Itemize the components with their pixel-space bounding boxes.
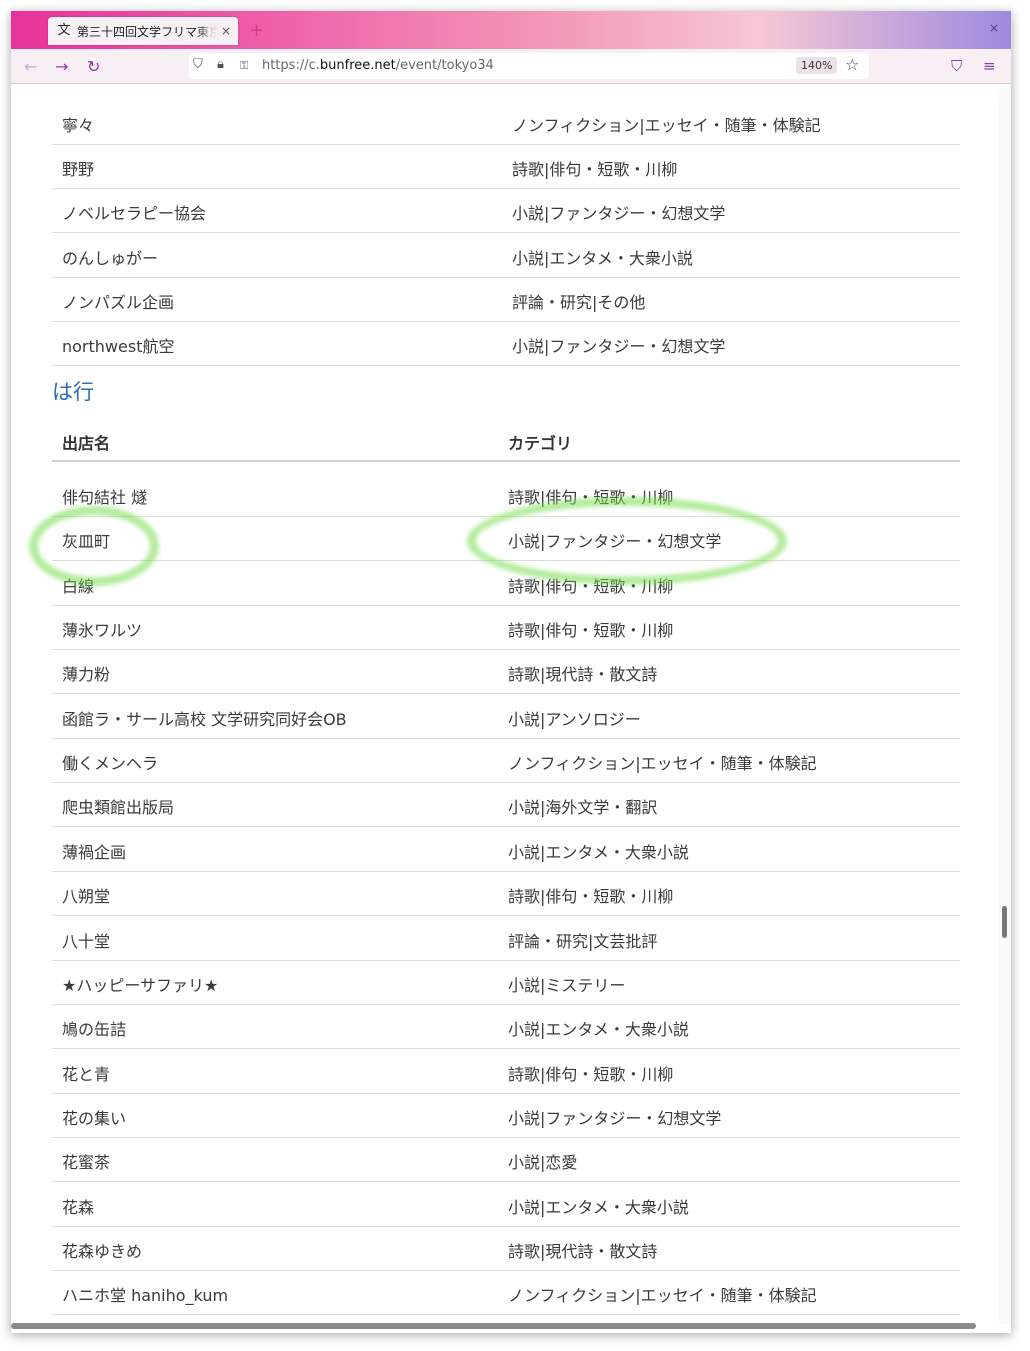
category-text: 小説|ファンタジー・幻想文学 — [508, 1108, 722, 1128]
table-row: 薄力粉 詩歌|現代詩・散文詩 — [52, 649, 960, 695]
shield-icon[interactable]: ⛉ — [193, 57, 203, 72]
permissions-icon[interactable]: ⚿ — [240, 59, 248, 73]
exhibitor-name-link[interactable]: 俳句結社 燧 — [62, 484, 147, 508]
browser-window: 文 第三十四回文学フリマ東京 × + × ← → ↻ ⛉ 🔒︎ ⚿ https:… — [11, 11, 1011, 1333]
exhibitor-name-link[interactable]: ノベルセラピー協会 — [62, 200, 206, 224]
table-row: ハニホ堂 haniho_kum ノンフィクション|エッセイ・随筆・体験記 — [52, 1270, 960, 1316]
table-row: 花森 小説|エンタメ・大衆小説 — [52, 1182, 960, 1227]
exhibitor-name-link[interactable]: 薄力粉 — [62, 661, 110, 685]
table-row: 花の集い 小説|ファンタジー・幻想文学 — [52, 1093, 960, 1138]
category-text: ノンフィクション|エッセイ・随筆・体験記 — [512, 116, 821, 135]
category-text: 小説|エンタメ・大衆小説 — [512, 248, 693, 268]
category-text: 詩歌|俳句・短歌・川柳 — [508, 887, 674, 907]
menu-icon[interactable]: ≡ — [983, 57, 996, 75]
table-row: ★ハッピーサファリ★ 小説|ミステリー — [52, 960, 960, 1005]
category-text: ノンフィクション|エッセイ・随筆・体験記 — [508, 1286, 817, 1306]
category-text: 評論・研究|その他 — [512, 292, 646, 312]
pocket-icon[interactable]: ⛉ — [951, 57, 962, 75]
category-text: 詩歌|現代詩・散文詩 — [508, 665, 658, 685]
exhibitor-name-link[interactable]: のんしゅがー — [62, 245, 158, 269]
table-row: 薄氷ワルツ 詩歌|俳句・短歌・川柳 — [52, 605, 960, 651]
exhibitor-name-link[interactable]: 花蜜茶 — [62, 1149, 110, 1173]
category-text: 評論・研究|文芸批評 — [508, 931, 658, 951]
table-row: 俳句結社 燧詩歌|俳句・短歌・川柳 — [52, 472, 960, 517]
table-row: 花と青 詩歌|俳句・短歌・川柳 — [52, 1049, 960, 1094]
tab-title: 第三十四回文学フリマ東京 — [77, 24, 217, 39]
exhibitor-name-link[interactable]: ハニホ堂 haniho_kum — [62, 1282, 228, 1306]
exhibitor-name-link[interactable]: 八朔堂 — [62, 883, 110, 907]
category-text: 小説|海外文学・翻訳 — [508, 798, 658, 818]
category-text: 小説|ファンタジー・幻想文学 — [512, 337, 726, 356]
new-tab-button[interactable]: + — [249, 20, 264, 41]
exhibitor-name-link[interactable]: 花森ゆきめ — [62, 1238, 142, 1262]
table-row: 寧々 ノンフィクション|エッセイ・随筆・体験記 — [52, 100, 960, 145]
vertical-scrollbar[interactable] — [999, 84, 1011, 1324]
exhibitor-name-link[interactable]: 薄氷ワルツ — [62, 617, 142, 641]
category-text: 小説|アンソロジー — [508, 709, 641, 729]
table-row: northwest航空 小説|ファンタジー・幻想文学 — [52, 321, 960, 366]
exhibitor-name-link[interactable]: 花の集い — [62, 1105, 126, 1129]
exhibitor-name-link[interactable]: 鳩の缶詰 — [62, 1016, 126, 1040]
category-text: ノンフィクション|エッセイ・随筆・体験記 — [508, 754, 817, 774]
exhibitor-name-link[interactable]: 薄禍企画 — [62, 839, 126, 863]
category-text: 小説|エンタメ・大衆小説 — [508, 1197, 689, 1217]
table-row: 薄禍企画 小説|エンタメ・大衆小説 — [52, 827, 960, 872]
bookmark-star-icon[interactable]: ☆ — [845, 55, 859, 74]
exhibitor-name-link[interactable]: 花森 — [62, 1194, 94, 1218]
url-text[interactable]: https://c.bunfree.net/event/tokyo34 — [262, 58, 494, 73]
category-text: 小説|エンタメ・大衆小説 — [508, 842, 689, 862]
exhibitor-name-link[interactable]: ノンパズル企画 — [62, 289, 174, 313]
table-row: 野野 詩歌|俳句・短歌・川柳 — [52, 144, 960, 190]
close-tab-icon[interactable]: × — [221, 24, 231, 38]
url-bar[interactable]: ⛉ 🔒︎ ⚿ https://c.bunfree.net/event/tokyo… — [189, 53, 869, 79]
back-icon[interactable]: ← — [24, 57, 37, 76]
exhibitor-name-link[interactable]: 爬虫類館出版局 — [62, 794, 174, 818]
category-text: 小説|恋愛 — [508, 1153, 578, 1173]
table-row: ノンパズル企画 評論・研究|その他 — [52, 277, 960, 322]
table-row: 八朔堂 詩歌|俳句・短歌・川柳 — [52, 871, 960, 917]
table-row: 鳩の缶詰 小説|エンタメ・大衆小説 — [52, 1004, 960, 1050]
table-row: 花蜜茶 小説|恋愛 — [52, 1137, 960, 1183]
exhibitor-name-link[interactable]: 寧々 — [62, 112, 94, 136]
category-text: 小説|ミステリー — [508, 975, 626, 995]
category-text: 小説|エンタメ・大衆小説 — [508, 1020, 689, 1040]
exhibitor-name-link[interactable]: 函館ラ・サール高校 文学研究同好会OB — [62, 706, 347, 730]
exhibitor-name-link[interactable]: 八十堂 — [62, 928, 110, 952]
highlight-circle — [29, 506, 159, 586]
table-row: ノベルセラピー協会 小説|ファンタジー・幻想文学 — [52, 188, 960, 234]
table-row: 働くメンヘラ ノンフィクション|エッセイ・随筆・体験記 — [52, 738, 960, 784]
forward-icon[interactable]: → — [55, 57, 68, 76]
category-text: 詩歌|俳句・短歌・川柳 — [512, 160, 678, 180]
scrollbar-thumb[interactable] — [1002, 906, 1007, 938]
category-text: 詩歌|俳句・短歌・川柳 — [508, 1064, 674, 1084]
column-header-name: 出店名 — [62, 434, 111, 453]
table-row: 爬虫類館出版局 小説|海外文学・翻訳 — [52, 782, 960, 828]
section-heading-ha: は行 — [52, 380, 94, 404]
column-header-category: カテゴリ — [508, 434, 573, 453]
exhibitor-name-link[interactable]: 花と青 — [62, 1061, 110, 1085]
exhibitor-name-link[interactable]: 働くメンヘラ — [62, 750, 158, 774]
exhibitor-name-link[interactable]: 野野 — [62, 156, 94, 180]
window-close-icon[interactable]: × — [989, 21, 999, 35]
favicon-icon: 文 — [57, 23, 71, 38]
zoom-level[interactable]: 140% — [796, 57, 838, 74]
highlight-circle — [467, 497, 787, 585]
browser-tab[interactable]: 文 第三十四回文学フリマ東京 × — [48, 17, 238, 45]
table-row: 函館ラ・サール高校 文学研究同好会OB 小説|アンソロジー — [52, 694, 960, 739]
page-content: 寧々 ノンフィクション|エッセイ・随筆・体験記 野野 詩歌|俳句・短歌・川柳 ノベルセラ… — [11, 84, 999, 1333]
horizontal-scrollbar[interactable] — [11, 1323, 976, 1329]
lock-icon[interactable]: 🔒︎ — [217, 57, 224, 72]
nav-bar: ← → ↻ ⛉ 🔒︎ ⚿ https://c.bunfree.net/event… — [11, 49, 1011, 84]
exhibitor-name-link[interactable]: ★ハッピーサファリ★ — [62, 972, 218, 996]
category-text: 詩歌|俳句・短歌・川柳 — [508, 621, 674, 641]
exhibitor-name-link[interactable]: northwest航空 — [62, 333, 174, 357]
table-header: 出店名 カテゴリ — [52, 416, 960, 462]
table-row: のんしゅがー 小説|エンタメ・大衆小説 — [52, 233, 960, 278]
category-text: 詩歌|現代詩・散文詩 — [508, 1241, 658, 1261]
table-row: 花森ゆきめ 詩歌|現代詩・散文詩 — [52, 1226, 960, 1271]
table-row: 八十堂 評論・研究|文芸批評 — [52, 916, 960, 961]
category-text: 小説|ファンタジー・幻想文学 — [512, 204, 726, 224]
reload-icon[interactable]: ↻ — [87, 57, 100, 76]
tab-bar: 文 第三十四回文学フリマ東京 × + × — [11, 11, 1011, 49]
